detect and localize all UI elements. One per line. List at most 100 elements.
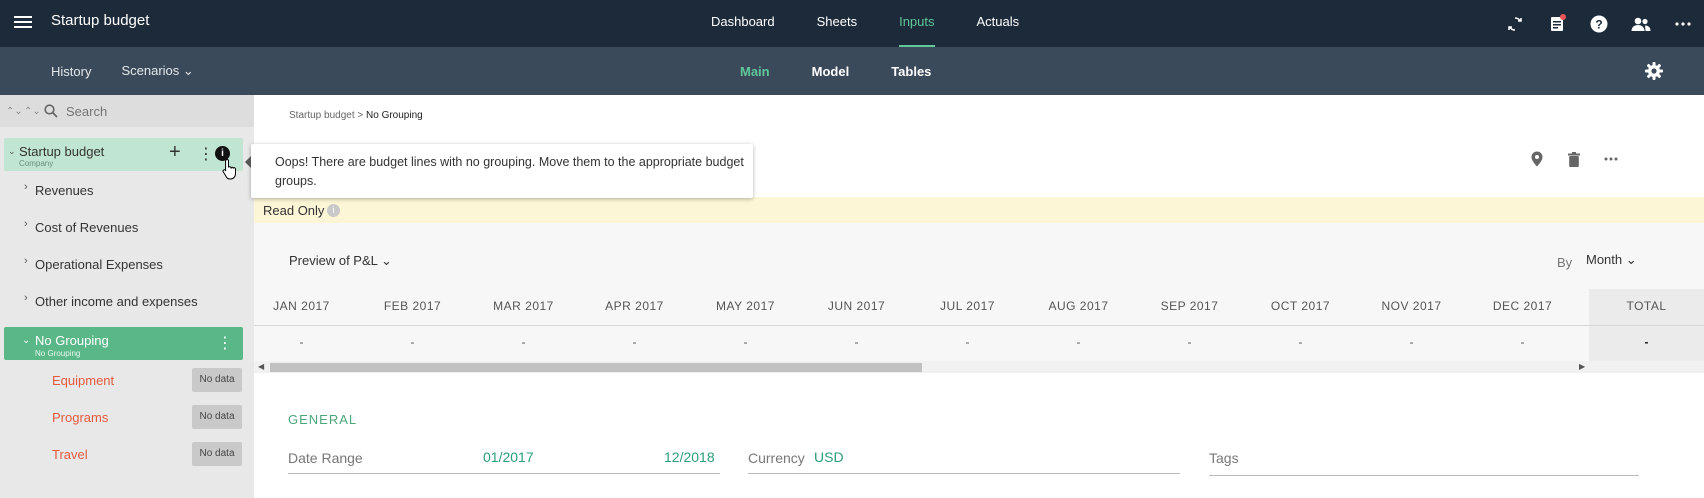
currency-field[interactable]: USD bbox=[814, 449, 844, 465]
no-data-badge: No data bbox=[192, 405, 242, 429]
breadcrumb-current: No Grouping bbox=[366, 110, 423, 121]
month-header: JUL 2017 bbox=[940, 299, 995, 313]
total-value: - bbox=[1644, 335, 1649, 349]
search-row: ⌃⌄ ⌃⌄ bbox=[0, 95, 254, 127]
scroll-right-arrow-icon[interactable]: ▶ bbox=[1579, 361, 1585, 373]
no-grouping-tooltip: Oops! There are budget lines with no gro… bbox=[245, 144, 753, 198]
read-only-banner: Read Only i bbox=[254, 197, 1704, 223]
search-input[interactable] bbox=[66, 103, 226, 119]
tags-field[interactable]: Tags bbox=[1209, 450, 1239, 466]
month-header: NOV 2017 bbox=[1381, 299, 1442, 313]
chevron-right-icon: › bbox=[24, 292, 28, 304]
tree-root-startup-budget[interactable]: ⌄ Startup budget Company + ⋮ i bbox=[4, 138, 243, 171]
tab-model[interactable]: Model bbox=[812, 64, 850, 79]
search-icon bbox=[44, 104, 58, 118]
no-data-badge: No data bbox=[192, 368, 242, 392]
nav-actuals[interactable]: Actuals bbox=[956, 0, 1041, 47]
scroll-left-arrow-icon[interactable]: ◀ bbox=[258, 361, 264, 373]
group-label: No Grouping bbox=[35, 333, 109, 348]
chevron-right-icon: › bbox=[24, 255, 28, 267]
line-item-equipment[interactable]: Equipment No data bbox=[0, 365, 254, 395]
line-item-label[interactable]: Travel bbox=[52, 447, 88, 462]
cell-value: - bbox=[965, 335, 970, 349]
chevron-down-icon: ⌄ bbox=[381, 253, 392, 268]
settings-gear-icon[interactable] bbox=[1644, 61, 1664, 81]
users-icon[interactable] bbox=[1620, 0, 1662, 47]
month-header: JAN 2017 bbox=[273, 299, 330, 313]
chevron-down-icon[interactable]: ⌄ bbox=[8, 146, 16, 157]
tab-main[interactable]: Main bbox=[740, 64, 770, 79]
cell-value: - bbox=[1298, 335, 1303, 349]
cell-value: - bbox=[521, 335, 526, 349]
cell-value: - bbox=[854, 335, 859, 349]
notifications-icon[interactable] bbox=[1536, 0, 1578, 47]
svg-text:?: ? bbox=[1595, 17, 1602, 31]
period-label: Month bbox=[1586, 252, 1623, 267]
breadcrumb-parent[interactable]: Startup budget bbox=[289, 110, 355, 121]
more-icon[interactable] bbox=[1662, 0, 1704, 47]
date-range-underline bbox=[288, 473, 720, 474]
scrollbar-thumb[interactable] bbox=[270, 363, 922, 372]
add-icon[interactable]: + bbox=[169, 141, 181, 164]
top-nav: Dashboard Sheets Inputs Actuals bbox=[690, 0, 1040, 47]
month-header: DEC 2017 bbox=[1492, 299, 1553, 313]
line-item-label[interactable]: Equipment bbox=[52, 373, 114, 388]
tree-group-no-grouping[interactable]: ⌄ No Grouping No Grouping ⋮ bbox=[4, 327, 243, 360]
chevron-right-icon: › bbox=[24, 181, 28, 193]
tab-tables[interactable]: Tables bbox=[891, 64, 931, 79]
nav-dashboard[interactable]: Dashboard bbox=[690, 0, 796, 47]
cell-value: - bbox=[1076, 335, 1081, 349]
breadcrumb-separator: > bbox=[354, 110, 367, 121]
history-link[interactable]: History bbox=[51, 64, 91, 79]
sub-bar: History Scenarios ⌄ Main Model Tables bbox=[0, 47, 1704, 95]
trash-icon[interactable] bbox=[1555, 149, 1592, 169]
hamburger-menu-icon[interactable] bbox=[14, 13, 32, 33]
date-from-field[interactable]: 01/2017 bbox=[483, 449, 534, 465]
nav-inputs[interactable]: Inputs bbox=[878, 0, 955, 47]
breadcrumb: Startup budget > No Grouping bbox=[289, 110, 423, 121]
sync-icon[interactable] bbox=[1494, 0, 1536, 47]
tree-item-cost-of-revenues[interactable]: › Cost of Revenues bbox=[0, 212, 254, 242]
month-header: MAY 2017 bbox=[716, 299, 775, 313]
kebab-menu-icon[interactable]: ⋮ bbox=[198, 144, 214, 164]
cell-value: - bbox=[299, 335, 304, 349]
chevron-down-icon[interactable]: ⌄ bbox=[22, 335, 30, 346]
month-header: AUG 2017 bbox=[1048, 299, 1109, 313]
no-data-badge: No data bbox=[192, 442, 242, 466]
scenarios-label: Scenarios bbox=[121, 63, 180, 78]
info-icon[interactable]: i bbox=[327, 204, 340, 217]
tree-root-sub: Company bbox=[19, 159, 54, 168]
expand-all-icon[interactable]: ⌃⌄ bbox=[24, 106, 41, 117]
general-section-title: GENERAL bbox=[288, 412, 358, 427]
kebab-menu-icon[interactable]: ⋮ bbox=[217, 333, 233, 353]
month-headers: JAN 2017 FEB 2017 MAR 2017 APR 2017 MAY … bbox=[254, 299, 1704, 319]
line-item-label[interactable]: Programs bbox=[52, 410, 108, 425]
currency-label: Currency bbox=[748, 450, 805, 466]
nav-sheets[interactable]: Sheets bbox=[796, 0, 878, 47]
tree-item-revenues[interactable]: › Revenues bbox=[0, 175, 254, 205]
period-dropdown[interactable]: Month ⌄ bbox=[1586, 252, 1637, 268]
location-pin-icon[interactable] bbox=[1518, 149, 1555, 169]
sidebar: ⌃⌄ ⌃⌄ ⌄ Startup budget Company + ⋮ i › R… bbox=[0, 95, 254, 498]
by-label: By bbox=[1557, 255, 1573, 270]
tree-item-label: Revenues bbox=[35, 183, 94, 198]
tree-item-operational-expenses[interactable]: › Operational Expenses bbox=[0, 249, 254, 279]
read-only-label: Read Only bbox=[263, 203, 325, 218]
more-icon[interactable] bbox=[1592, 149, 1629, 169]
date-to-field[interactable]: 12/2018 bbox=[664, 449, 715, 465]
tree-item-other-income[interactable]: › Other income and expenses bbox=[0, 286, 254, 316]
preview-dropdown[interactable]: Preview of P&L ⌄ bbox=[289, 253, 392, 269]
collapse-all-icon[interactable]: ⌃⌄ bbox=[6, 106, 23, 117]
sub-tabs: Main Model Tables bbox=[740, 47, 973, 95]
help-icon[interactable]: ? bbox=[1578, 0, 1620, 47]
horizontal-scrollbar[interactable]: ◀ ▶ bbox=[254, 361, 1704, 373]
cell-value: - bbox=[410, 335, 415, 349]
line-item-travel[interactable]: Travel No data bbox=[0, 439, 254, 469]
top-icons: ? bbox=[1494, 0, 1704, 47]
line-item-programs[interactable]: Programs No data bbox=[0, 402, 254, 432]
total-header: TOTAL bbox=[1626, 299, 1667, 313]
cell-value: - bbox=[743, 335, 748, 349]
scenarios-dropdown[interactable]: Scenarios ⌄ bbox=[121, 63, 193, 79]
cell-value: - bbox=[632, 335, 637, 349]
app-title: Startup budget bbox=[51, 12, 150, 29]
